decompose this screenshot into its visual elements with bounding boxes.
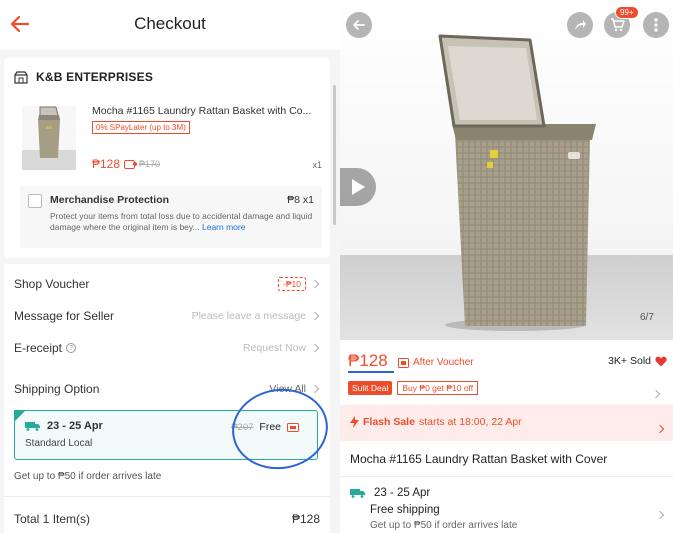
chevron-right-icon	[310, 384, 320, 394]
message-seller-label: Message for Seller	[14, 309, 115, 323]
scrollbar[interactable]	[333, 85, 336, 225]
checkout-header: Checkout	[0, 0, 340, 50]
more-options-button[interactable]	[643, 12, 669, 38]
product-panel: 99+ 6/7 ₱128 After Voucher 3K+ Sold Suli…	[340, 0, 673, 533]
product-price: ₱128	[92, 157, 121, 171]
merchandise-protection: Merchandise Protection ₱8 x1 Protect you…	[20, 186, 322, 248]
checkout-options-card: Shop Voucher -₱10 Message for Seller Ple…	[4, 264, 334, 533]
product-shipping-date[interactable]: 23 - 25 Apr	[350, 487, 430, 499]
chevron-right-icon	[651, 389, 661, 399]
chevron-right-icon	[655, 424, 665, 434]
ereceipt-label-wrap: E-receipt ?	[14, 341, 77, 355]
product-shipping-date-text: 23 - 25 Apr	[374, 487, 431, 499]
cart-count-badge: 99+	[615, 6, 639, 19]
product-price: ₱128	[348, 351, 388, 370]
chevron-right-icon	[310, 343, 320, 353]
shop-row[interactable]: K&B ENTERPRISES	[14, 70, 153, 84]
divider	[4, 496, 330, 497]
back-arrow-icon	[353, 20, 365, 30]
shipping-type: Standard Local	[25, 438, 93, 449]
chevron-right-wrap	[651, 384, 661, 402]
shipping-date-row: 23 - 25 Apr	[25, 420, 103, 432]
ereceipt-row[interactable]: E-receipt ? Request Now	[14, 336, 320, 360]
late-delivery-note: Get up to ₱50 if order arrives late	[14, 471, 162, 482]
merch-protection-title: Merchandise Protection	[50, 194, 170, 206]
product-old-price: ₱170	[139, 159, 161, 169]
after-voucher-label: After Voucher	[398, 357, 474, 368]
flash-sale-banner[interactable]: Flash Sale starts at 18:00, 22 Apr	[340, 405, 673, 441]
checkout-panel: Checkout K&B ENTERPRISES Mocha #1165 Lau…	[0, 0, 340, 533]
image-counter: 6/7	[640, 312, 654, 323]
share-button[interactable]	[567, 12, 593, 38]
merch-protection-checkbox[interactable]	[28, 194, 42, 208]
shop-voucher-row[interactable]: Shop Voucher -₱10	[14, 272, 320, 296]
flash-sale-text: Flash Sale starts at 18:00, 22 Apr	[350, 416, 522, 428]
chevron-right-icon	[655, 510, 665, 520]
share-icon	[575, 20, 586, 30]
voucher-icon	[398, 357, 409, 368]
chevron-right-icon	[310, 311, 320, 321]
chevron-right-wrap	[655, 505, 665, 523]
product-quantity: x1	[312, 160, 322, 170]
message-seller-right: Please leave a message	[192, 310, 320, 322]
sulit-deal-tag: Sulit Deal	[348, 381, 393, 395]
after-voucher-text: After Voucher	[413, 357, 474, 368]
truck-icon	[25, 422, 40, 431]
product-late-delivery-note: Get up to ₱50 if order arrives late	[370, 520, 518, 531]
shop-icon	[14, 70, 28, 84]
chevron-right-wrap	[655, 419, 665, 437]
cart-icon	[610, 18, 625, 32]
chevron-right-icon	[310, 279, 320, 289]
order-card: K&B ENTERPRISES Mocha #1165 Laundry Ratt…	[4, 58, 330, 258]
free-shipping-label: Free shipping	[370, 504, 440, 516]
price-bar: ₱128 After Voucher 3K+ Sold	[340, 343, 673, 379]
ereceipt-value: Request Now	[242, 342, 306, 354]
shop-voucher-label: Shop Voucher	[14, 277, 90, 291]
flash-sale-label: Flash Sale	[363, 416, 415, 428]
shop-voucher-right: -₱10	[278, 277, 320, 291]
learn-more-link[interactable]: Learn more	[202, 222, 245, 232]
shop-voucher-tag: -₱10	[278, 277, 306, 291]
paylater-tag: 0% SPayLater (up to 3M)	[92, 121, 190, 134]
back-button[interactable]	[346, 12, 372, 38]
shop-name: K&B ENTERPRISES	[36, 70, 154, 84]
buy-get-off-tag: Buy ₱0 get ₱10 off	[397, 381, 479, 395]
sold-count: 3K+ Sold	[608, 355, 667, 367]
product-photo-basket	[438, 34, 596, 331]
product-thumbnail[interactable]	[22, 106, 76, 170]
flash-sale-time: starts at 18:00, 22 Apr	[418, 416, 522, 428]
page-title: Checkout	[134, 14, 206, 33]
shipping-date: 23 - 25 Apr	[47, 420, 103, 432]
product-image-carousel[interactable]: 99+ 6/7	[340, 0, 673, 340]
message-seller-input[interactable]: Please leave a message	[192, 310, 306, 322]
total-label: Total 1 Item(s)	[14, 512, 91, 526]
flash-icon	[350, 416, 359, 428]
more-icon	[654, 18, 658, 32]
truck-icon	[350, 489, 365, 498]
merch-protection-description: Protect your items from total loss due t…	[50, 211, 316, 233]
divider	[340, 476, 673, 477]
heart-icon[interactable]	[655, 356, 667, 367]
product-price-row: ₱128 ₱170	[92, 157, 160, 171]
ereceipt-right: Request Now	[243, 342, 320, 354]
merch-protection-text: Protect your items from total loss due t…	[50, 211, 313, 232]
sold-text: 3K+ Sold	[608, 355, 651, 367]
coin-icon	[124, 159, 138, 169]
annotation-underline	[348, 371, 394, 373]
info-icon[interactable]: ?	[66, 343, 77, 353]
message-seller-row[interactable]: Message for Seller Please leave a messag…	[14, 304, 320, 328]
product-title: Mocha #1165 Laundry Rattan Basket with C…	[350, 452, 608, 466]
total-value: ₱128	[291, 512, 320, 526]
shipping-option-label: Shipping Option	[14, 382, 100, 396]
deal-row[interactable]: Sulit Deal Buy ₱0 get ₱10 off	[348, 380, 665, 399]
merch-protection-price: ₱8 x1	[287, 194, 314, 206]
ereceipt-label: E-receipt	[14, 341, 63, 355]
product-title[interactable]: Mocha #1165 Laundry Rattan Basket with C…	[92, 105, 324, 117]
